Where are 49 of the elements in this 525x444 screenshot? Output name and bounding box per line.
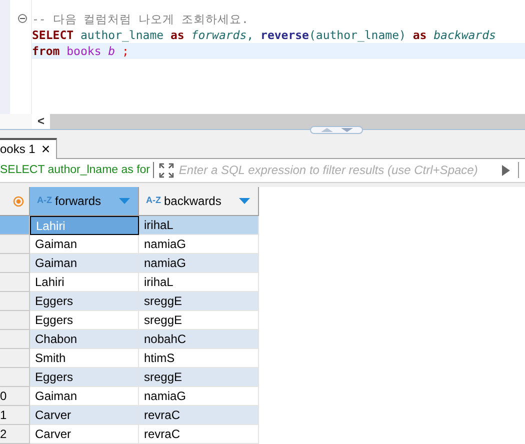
fold-icon[interactable] (18, 14, 27, 23)
code-line: -- 다음 컬럼처럼 나오게 조회하세요. (32, 11, 250, 27)
table-cell: Eggers (30, 292, 139, 311)
query-text: SELECT author_lname as for (0, 162, 150, 178)
table-cell: namiaG (139, 254, 259, 273)
sql-editor[interactable]: -- 다음 컬럼처럼 나오게 조회하세요. SELECT author_lname as forwards, reverse(author_lname) as backwards from books b ; (0, 0, 525, 114)
table-cell: Eggers (30, 368, 139, 387)
result-tab[interactable]: ooks 1 × (0, 138, 58, 158)
column-header[interactable]: A-Z forwards (30, 187, 139, 216)
table-cell: namiaG (139, 387, 259, 406)
row-number: 2 (0, 425, 30, 444)
table-cell: Chabon (30, 330, 139, 349)
code-line: SELECT author_lname as forwards, reverse(author_lname) as backwards (32, 27, 497, 43)
table-cell: sreggE (139, 292, 259, 311)
table-cell: Lahiri (30, 273, 139, 292)
scroll-left-button[interactable]: < (37, 115, 44, 128)
table-cell: sreggE (139, 311, 259, 330)
column-label: backwards (164, 193, 222, 210)
type-label: A-Z (146, 194, 161, 208)
table-cell: revraC (139, 425, 259, 444)
table-cell: irihaL (139, 273, 259, 292)
horizontal-scrollbar[interactable] (50, 114, 525, 129)
table-cell: irihaL (139, 216, 259, 235)
table-cell: Carver (30, 406, 139, 425)
type-label: A-Z (37, 194, 52, 208)
table-cell: namiaG (139, 235, 259, 254)
table-cell: revraC (139, 406, 259, 425)
table-cell: htimS (139, 349, 259, 368)
dropdown-icon[interactable] (119, 198, 130, 204)
table-cell: Eggers (30, 311, 139, 330)
dropdown-icon[interactable] (239, 198, 250, 204)
table-cell: Gaiman (30, 235, 139, 254)
column-header[interactable]: A-Z backwards (139, 187, 259, 216)
table-cell: Gaiman (30, 387, 139, 406)
column-label: forwards (55, 193, 102, 210)
table-cell: Carver (30, 425, 139, 444)
table-cell: Smith (30, 349, 139, 368)
close-button[interactable]: × (41, 142, 50, 156)
play-icon[interactable] (502, 164, 510, 176)
row-number: 1 (0, 406, 30, 425)
table-cell: Lahiri (30, 216, 139, 235)
tab-label: ooks 1 (0, 141, 36, 158)
maximize-icon[interactable] (159, 162, 174, 178)
table-cell: nobahC (139, 330, 259, 349)
table-cell: Gaiman (30, 254, 139, 273)
target-icon (13, 196, 24, 206)
filter-field[interactable]: Enter a SQL expression to filter results (use Ctrl+Space) (178, 161, 502, 180)
table-cell: sreggE (139, 368, 259, 387)
row-number: 0 (0, 387, 30, 406)
